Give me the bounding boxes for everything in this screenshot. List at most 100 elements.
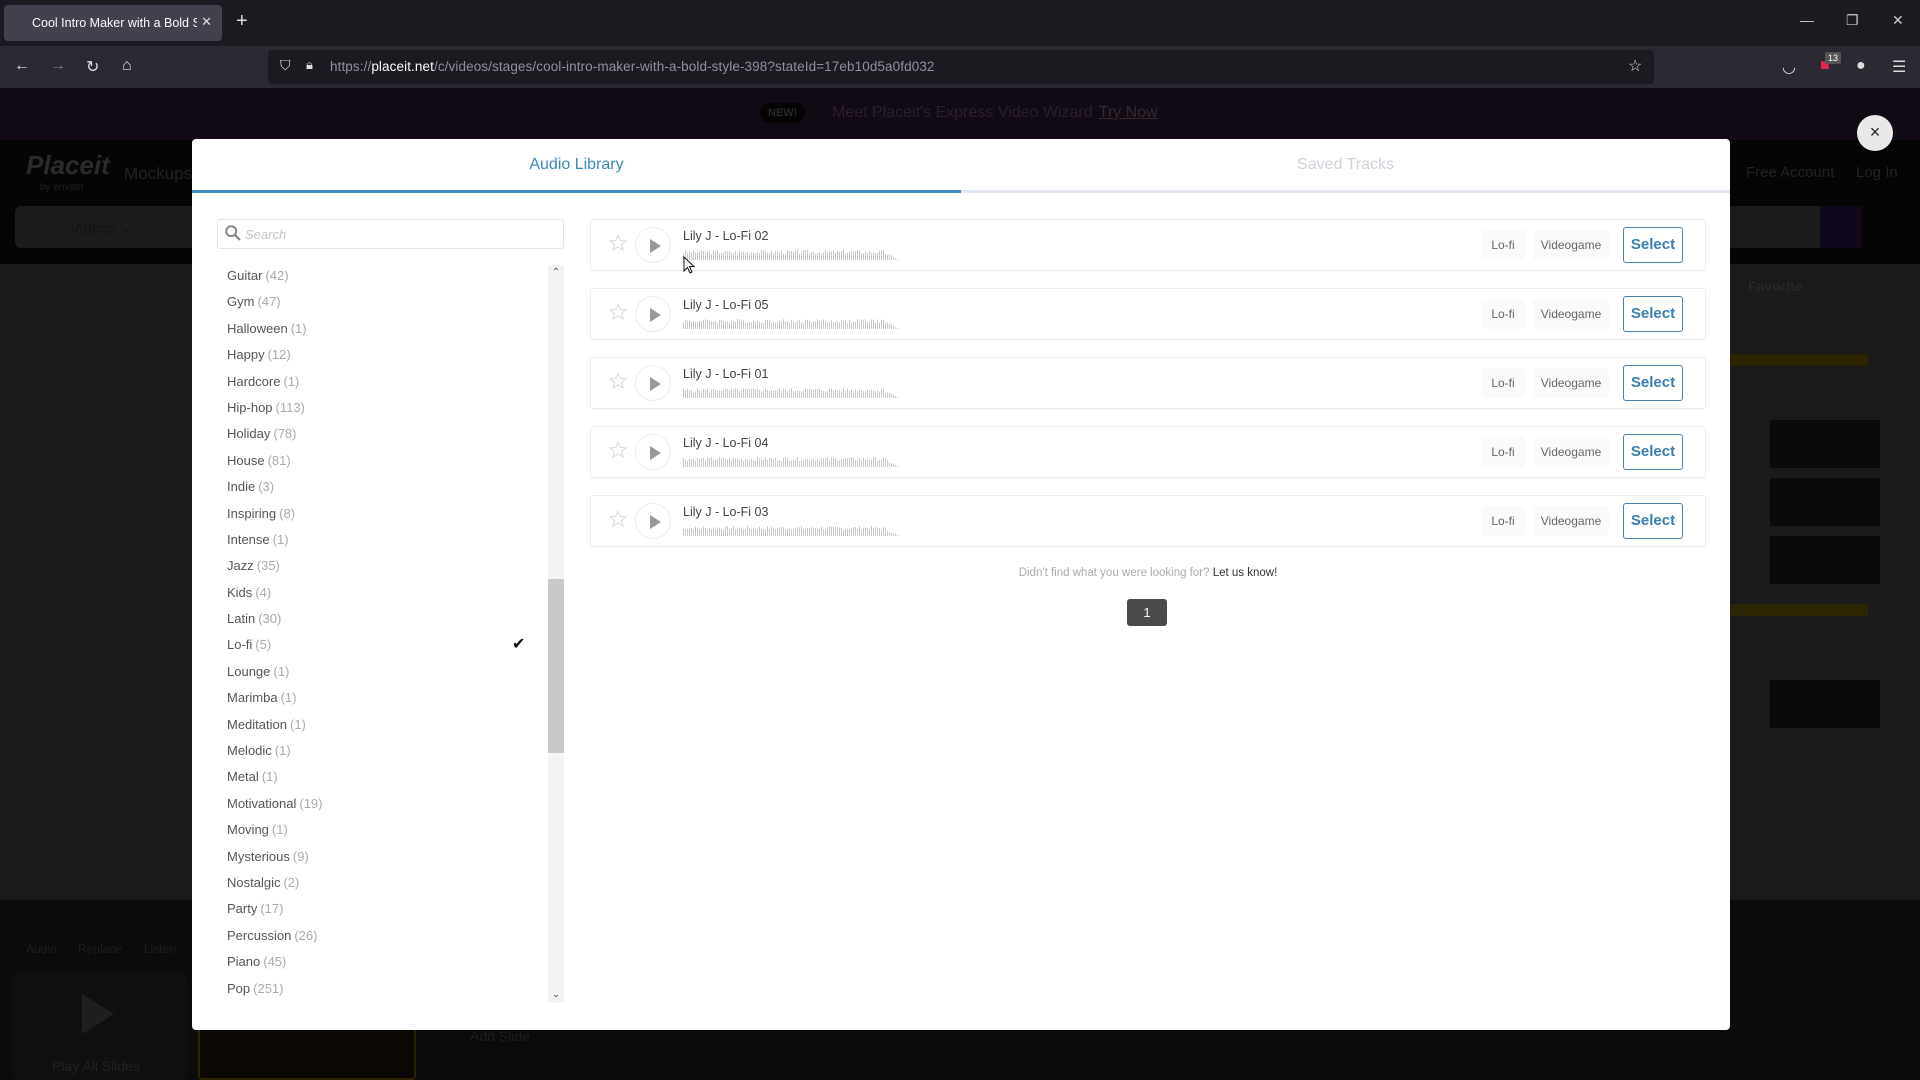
waveform[interactable] — [683, 526, 903, 536]
scroll-thumb[interactable] — [548, 579, 564, 753]
new-tab-icon[interactable]: + — [236, 10, 248, 33]
try-now-link[interactable]: Try Now — [1099, 104, 1158, 121]
select-track-button[interactable]: Select — [1623, 227, 1683, 263]
nav-login[interactable]: Log In — [1856, 164, 1898, 181]
tag-videogame[interactable]: Videogame — [1533, 299, 1609, 329]
reload-icon[interactable]: ↻ — [86, 57, 99, 77]
star-icon[interactable] — [609, 303, 627, 321]
play-button[interactable] — [635, 227, 671, 263]
star-icon[interactable] — [609, 234, 627, 252]
window-close-icon[interactable]: ✕ — [1892, 12, 1904, 29]
minimize-icon[interactable]: — — [1800, 12, 1814, 28]
replace-tool[interactable]: Replace — [78, 942, 122, 956]
add-slide-button[interactable]: Add Slide — [470, 1028, 530, 1044]
tag-videogame[interactable]: Videogame — [1533, 506, 1609, 536]
shield-icon[interactable]: ⛉ — [280, 57, 291, 74]
category-item[interactable]: Melodic (1) — [227, 738, 547, 764]
category-item[interactable]: Marimba (1) — [227, 685, 547, 711]
account-icon[interactable]: ● — [1856, 57, 1866, 75]
category-item[interactable]: Holiday (78) — [227, 421, 547, 447]
scroll-down-icon[interactable]: ⌄ — [548, 987, 564, 1003]
template-thumb[interactable] — [1770, 680, 1880, 728]
select-track-button[interactable]: Select — [1623, 503, 1683, 539]
category-scrollbar[interactable]: ⌃ ⌄ — [548, 265, 564, 1003]
template-thumb[interactable] — [1770, 536, 1880, 584]
listen-tool[interactable]: Listen — [144, 942, 176, 956]
tag-lofi[interactable]: Lo-fi — [1481, 299, 1525, 329]
category-item[interactable]: Nostalgic (2) — [227, 870, 547, 896]
nav-free-account[interactable]: Free Account — [1746, 164, 1834, 181]
category-item[interactable]: Metal (1) — [227, 764, 547, 790]
category-item[interactable]: Piano (45) — [227, 949, 547, 975]
category-item[interactable]: House (81) — [227, 448, 547, 474]
restore-icon[interactable]: ❐ — [1846, 12, 1859, 29]
nav-mockups[interactable]: Mockups — [124, 164, 192, 184]
tab-close-icon[interactable]: ✕ — [201, 14, 212, 30]
category-item[interactable]: Meditation (1) — [227, 712, 547, 738]
forward-icon[interactable]: → — [50, 57, 66, 75]
back-icon[interactable]: ← — [14, 57, 30, 75]
tag-lofi[interactable]: Lo-fi — [1481, 437, 1525, 467]
search-field[interactable] — [217, 219, 564, 249]
category-item[interactable]: Motivational (19) — [227, 791, 547, 817]
select-track-button[interactable]: Select — [1623, 434, 1683, 470]
category-item[interactable]: Moving (1) — [227, 817, 547, 843]
browser-tab[interactable]: Cool Intro Maker with a Bold Style ✕ — [4, 5, 222, 41]
waveform[interactable] — [683, 388, 903, 398]
lock-icon[interactable]: 🔒︎ — [306, 57, 313, 73]
category-item[interactable]: Guitar (42) — [227, 263, 547, 289]
tag-lofi[interactable]: Lo-fi — [1481, 368, 1525, 398]
category-item[interactable]: Lo-fi (5) ✔ — [227, 632, 547, 658]
category-item[interactable]: Hip-hop (113) — [227, 395, 547, 421]
play-button[interactable] — [635, 503, 671, 539]
tag-lofi[interactable]: Lo-fi — [1481, 506, 1525, 536]
placeit-logo[interactable]: Placeit — [26, 150, 110, 181]
star-icon[interactable] — [609, 510, 627, 528]
tag-videogame[interactable]: Videogame — [1533, 437, 1609, 467]
search-input[interactable] — [245, 220, 555, 248]
url-text[interactable]: https://placeit.net/c/videos/stages/cool… — [330, 59, 935, 74]
star-icon[interactable] — [609, 441, 627, 459]
category-item[interactable]: Hardcore (1) — [227, 369, 547, 395]
bookmark-star-icon[interactable]: ☆ — [1628, 56, 1642, 76]
star-icon[interactable] — [609, 372, 627, 390]
category-item[interactable]: Halloween (1) — [227, 316, 547, 342]
waveform[interactable] — [683, 319, 903, 329]
waveform[interactable] — [683, 457, 903, 467]
url-bar[interactable]: ⛉ 🔒︎ https://placeit.net/c/videos/stages… — [268, 50, 1654, 84]
pagination-page-1[interactable]: 1 — [1127, 599, 1167, 626]
category-item[interactable]: Kids (4) — [227, 580, 547, 606]
category-item[interactable]: Pop (251) — [227, 976, 547, 1002]
audio-tool[interactable]: Audio — [26, 942, 57, 956]
tag-videogame[interactable]: Videogame — [1533, 368, 1609, 398]
play-button[interactable] — [635, 296, 671, 332]
category-item[interactable]: Inspiring (8) — [227, 501, 547, 527]
category-item[interactable]: Gym (47) — [227, 289, 547, 315]
select-track-button[interactable]: Select — [1623, 296, 1683, 332]
scroll-up-icon[interactable]: ⌃ — [548, 265, 564, 281]
category-item[interactable]: Party (17) — [227, 896, 547, 922]
modal-close-button[interactable]: × — [1857, 115, 1893, 151]
template-thumb[interactable] — [1770, 478, 1880, 526]
category-item[interactable]: Happy (12) — [227, 342, 547, 368]
tab-saved-tracks[interactable]: Saved Tracks — [961, 139, 1730, 193]
play-all-slides-button[interactable]: Play All Slides — [12, 972, 187, 1080]
waveform[interactable] — [683, 250, 903, 260]
category-item[interactable]: Jazz (35) — [227, 553, 547, 579]
template-thumb[interactable] — [1770, 420, 1880, 468]
category-item[interactable]: Percussion (26) — [227, 923, 547, 949]
category-item[interactable]: Mysterious (9) — [227, 844, 547, 870]
let-us-know-link[interactable]: Let us know! — [1213, 567, 1278, 579]
select-track-button[interactable]: Select — [1623, 365, 1683, 401]
tag-lofi[interactable]: Lo-fi — [1481, 230, 1525, 260]
category-item[interactable]: Indie (3) — [227, 474, 547, 500]
home-icon[interactable]: ⌂ — [122, 57, 132, 75]
tab-audio-library[interactable]: Audio Library — [192, 139, 961, 193]
play-button[interactable] — [635, 365, 671, 401]
category-item[interactable]: Lounge (1) — [227, 659, 547, 685]
play-button[interactable] — [635, 434, 671, 470]
category-item[interactable]: Intense (1) — [227, 527, 547, 553]
pocket-icon[interactable]: ◡ — [1782, 57, 1796, 77]
category-item[interactable]: Latin (30) — [227, 606, 547, 632]
tag-videogame[interactable]: Videogame — [1533, 230, 1609, 260]
